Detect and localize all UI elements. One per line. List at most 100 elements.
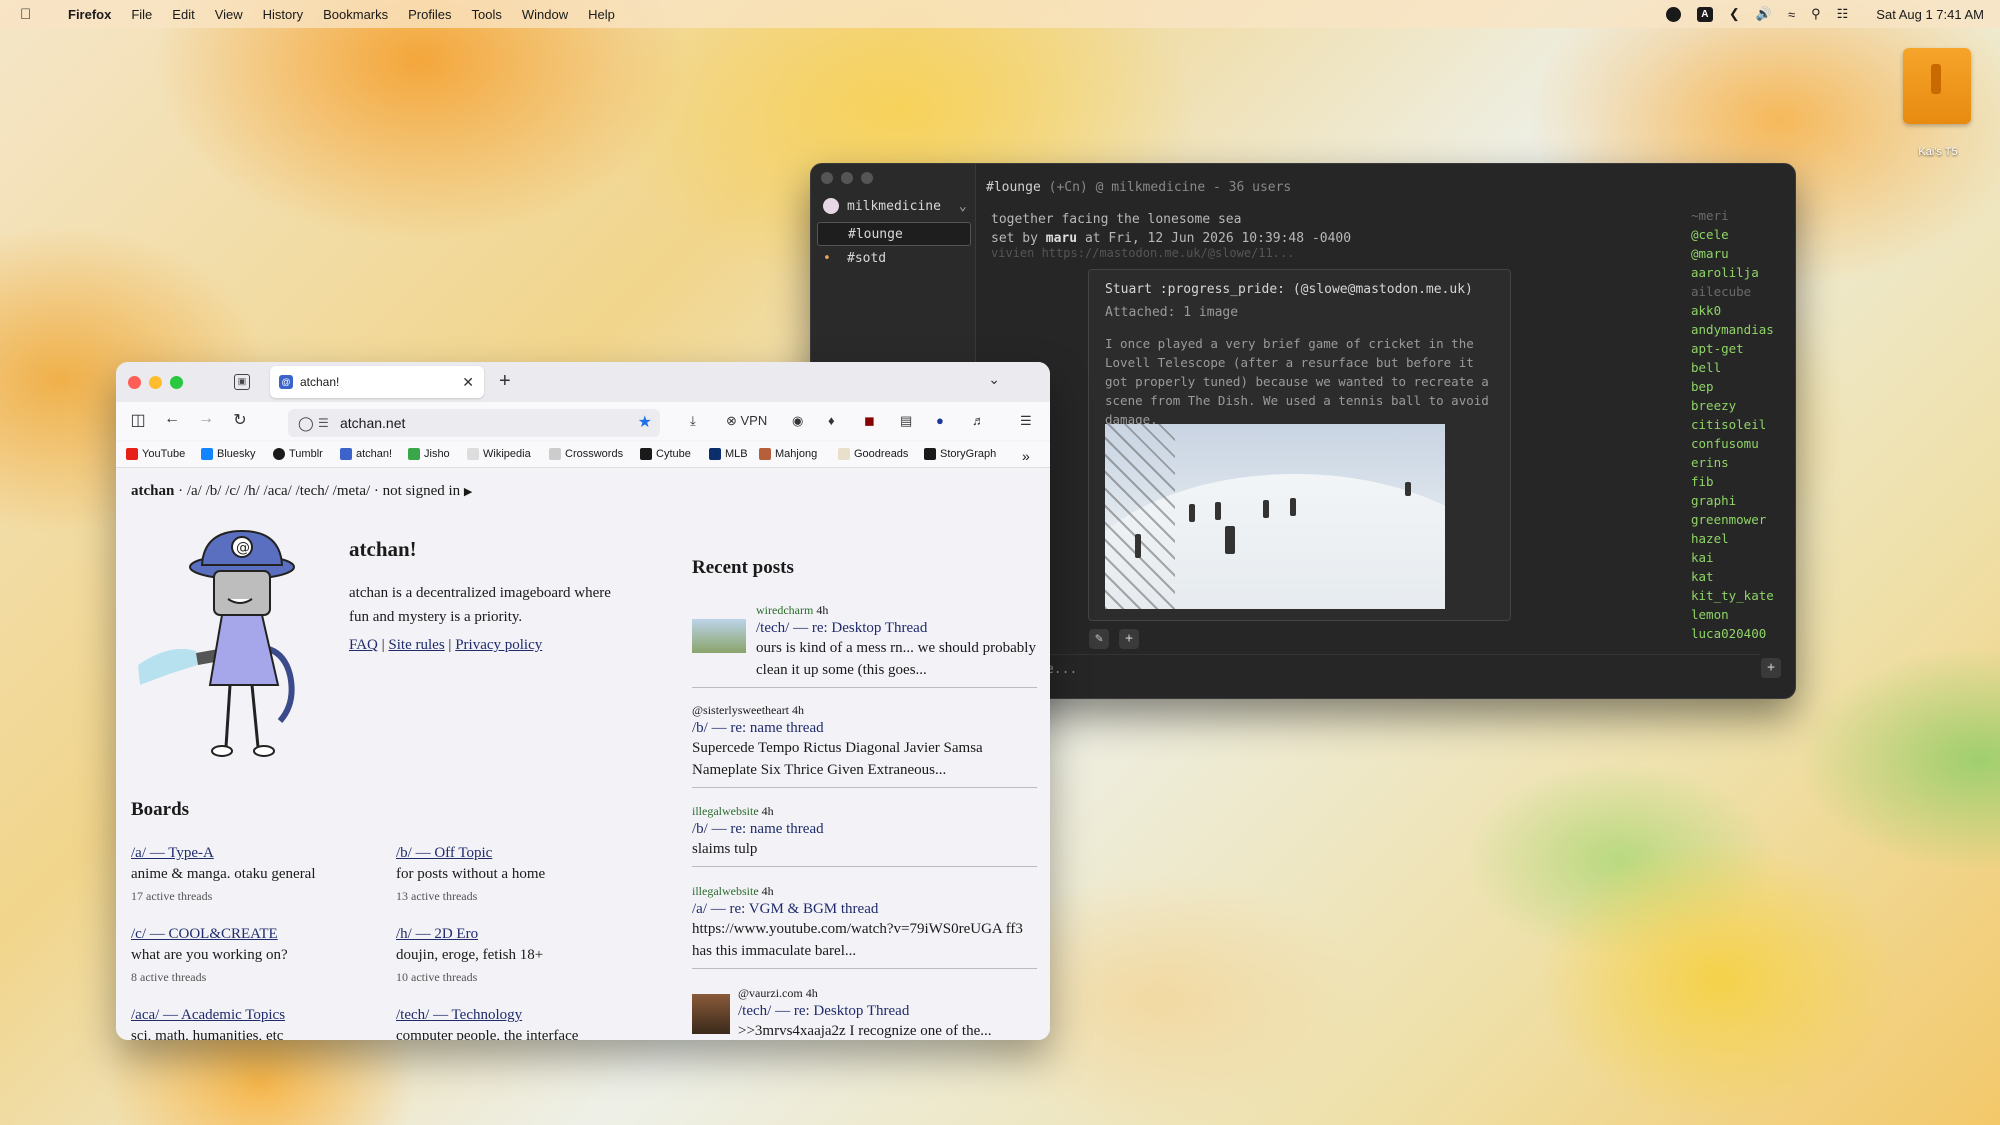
user-entry[interactable]: apt-get	[1691, 339, 1791, 358]
bookmark-wikipedia[interactable]: Wikipedia	[467, 448, 531, 460]
menu-app-name[interactable]: Firefox	[68, 7, 111, 22]
url-bar[interactable]: ◯ ☰ atchan.net ★	[288, 409, 660, 437]
external-drive-icon[interactable]	[1903, 48, 1971, 124]
post-title[interactable]: /b/ — re: name thread	[692, 821, 1037, 838]
reader-icon[interactable]: ▤	[900, 413, 912, 429]
post-title[interactable]: /a/ — re: VGM & BGM thread	[692, 901, 1037, 918]
user-entry[interactable]: @cele	[1691, 225, 1791, 244]
user-entry[interactable]: greenmower	[1691, 510, 1791, 529]
crumb-link-tech[interactable]: /tech/	[296, 483, 329, 499]
bookmark-storygraph[interactable]: StoryGraph	[924, 448, 996, 460]
user-entry[interactable]: bep	[1691, 377, 1791, 396]
menu-window[interactable]: Window	[522, 7, 568, 22]
post-thumbnail[interactable]	[692, 994, 730, 1034]
board-link[interactable]: /c/ — COOL&CREATE	[131, 926, 361, 943]
add-icon[interactable]: +	[1119, 629, 1139, 649]
disclosure-triangle-icon[interactable]: ▶	[464, 486, 472, 498]
crumb-link-a[interactable]: /a/	[187, 483, 202, 499]
post-username[interactable]: illegalwebsite	[692, 884, 759, 898]
close-tab-icon[interactable]: ✕	[462, 366, 474, 398]
bookmark-youtube[interactable]: YouTube	[126, 448, 185, 460]
crumb-link-aca[interactable]: /aca/	[264, 483, 292, 499]
reload-icon[interactable]: ↻	[230, 410, 250, 430]
bookmarks-overflow-icon[interactable]: »	[1022, 448, 1030, 464]
menu-profiles[interactable]: Profiles	[408, 7, 451, 22]
user-entry[interactable]: luca020400	[1691, 624, 1791, 643]
send-plus-button[interactable]: +	[1761, 658, 1781, 678]
post-username[interactable]: wiredcharm	[756, 603, 813, 617]
forward-icon[interactable]: →	[196, 410, 216, 428]
zoom-window-button[interactable]	[861, 172, 873, 184]
post-title[interactable]: /tech/ — re: Desktop Thread	[756, 620, 1037, 637]
board-link[interactable]: /tech/ — Technology	[396, 1007, 626, 1024]
post-item[interactable]: @vaurzi.com 4h /tech/ — re: Desktop Thre…	[692, 986, 1037, 1040]
channel-sotd[interactable]: • #sotd	[817, 247, 971, 271]
user-entry[interactable]: fib	[1691, 472, 1791, 491]
menubar-clock[interactable]: Sat Aug 1 7:41 AM	[1876, 7, 1984, 22]
user-entry[interactable]: citisoleil	[1691, 415, 1791, 434]
bookmark-tumblr[interactable]: Tumblr	[273, 448, 323, 460]
post-title[interactable]: /b/ — re: name thread	[692, 720, 1037, 737]
site-link[interactable]: atchan	[131, 483, 174, 499]
crumb-link-h[interactable]: /h/	[244, 483, 260, 499]
extension-shoe-icon[interactable]: ♬	[972, 413, 985, 428]
user-entry[interactable]: andymandias	[1691, 320, 1791, 339]
post-item[interactable]: illegalwebsite 4h /b/ — re: name thread …	[692, 804, 1037, 867]
wifi-icon[interactable]: ≈	[1788, 7, 1795, 22]
close-window-button[interactable]	[821, 172, 833, 184]
post-item[interactable]: wiredcharm 4h /tech/ — re: Desktop Threa…	[692, 603, 1037, 688]
post-title[interactable]: /tech/ — re: Desktop Thread	[738, 1003, 1037, 1020]
crumb-link-b[interactable]: /b/	[206, 483, 222, 499]
list-tabs-chevron-icon[interactable]: ⌄	[988, 371, 1000, 388]
bookmark-atchan[interactable]: atchan!	[340, 448, 392, 460]
server-selector[interactable]: milkmedicine ⌄	[823, 198, 967, 214]
close-window-button[interactable]	[128, 376, 141, 389]
menu-view[interactable]: View	[215, 7, 243, 22]
new-tab-button[interactable]: +	[499, 370, 511, 393]
bookmark-mahjong[interactable]: Mahjong	[759, 448, 817, 460]
extension-icon[interactable]: ◉	[792, 413, 803, 429]
bookmark-mlb[interactable]: MLB	[709, 448, 748, 460]
menu-bookmarks[interactable]: Bookmarks	[323, 7, 388, 22]
menu-help[interactable]: Help	[588, 7, 615, 22]
downloads-icon[interactable]: ⤓	[690, 413, 696, 429]
user-entry[interactable]: kit_ty_kate	[1691, 586, 1791, 605]
user-entry[interactable]: lemon	[1691, 605, 1791, 624]
sidebar-toggle-icon[interactable]: ◫	[128, 410, 148, 430]
bookmark-bluesky[interactable]: Bluesky	[201, 448, 256, 460]
menu-edit[interactable]: Edit	[172, 7, 194, 22]
permissions-icon[interactable]: ☰	[318, 409, 329, 437]
post-item[interactable]: @sisterlysweetheart 4h /b/ — re: name th…	[692, 703, 1037, 788]
board-link[interactable]: /b/ — Off Topic	[396, 845, 626, 862]
channel-lounge[interactable]: #lounge	[817, 222, 971, 246]
user-entry[interactable]: ~meri	[1691, 206, 1791, 225]
crumb-link-c[interactable]: /c/	[225, 483, 240, 499]
search-icon[interactable]: ⚲	[1811, 6, 1821, 22]
post-username[interactable]: illegalwebsite	[692, 804, 759, 818]
crumb-link-meta[interactable]: /meta/	[333, 483, 371, 499]
user-entry[interactable]: confusomu	[1691, 434, 1791, 453]
user-entry[interactable]: erins	[1691, 453, 1791, 472]
chevron-left-icon[interactable]: ❮	[1729, 6, 1740, 22]
extensions-puzzle-icon[interactable]: ♦	[828, 413, 835, 428]
shield-icon[interactable]: ◯	[298, 409, 314, 437]
bookmark-star-icon[interactable]: ★	[638, 409, 652, 437]
minimize-window-button[interactable]	[841, 172, 853, 184]
tab-overview-icon[interactable]: ▣	[234, 374, 250, 390]
menu-tools[interactable]: Tools	[472, 7, 502, 22]
input-source-icon[interactable]: A	[1696, 6, 1713, 22]
zoom-window-button[interactable]	[170, 376, 183, 389]
link-preview-card[interactable]: Stuart :progress_pride: (@slowe@mastodon…	[1088, 269, 1511, 621]
board-link[interactable]: /aca/ — Academic Topics	[131, 1007, 361, 1024]
site-rules-link[interactable]: Site rules	[388, 637, 444, 653]
preview-image[interactable]	[1105, 424, 1445, 609]
sign-in-status[interactable]: · not signed in	[374, 483, 460, 499]
back-icon[interactable]: ←	[162, 410, 182, 428]
bookmark-crosswords[interactable]: Crosswords	[549, 448, 623, 460]
vpn-button[interactable]: ⊗ VPN	[726, 413, 767, 429]
message-input[interactable]: message...	[981, 654, 1761, 684]
user-entry[interactable]: breezy	[1691, 396, 1791, 415]
user-entry[interactable]: akk0	[1691, 301, 1791, 320]
bookmark-goodreads[interactable]: Goodreads	[838, 448, 908, 460]
ublock-icon[interactable]: ◼	[864, 413, 875, 429]
